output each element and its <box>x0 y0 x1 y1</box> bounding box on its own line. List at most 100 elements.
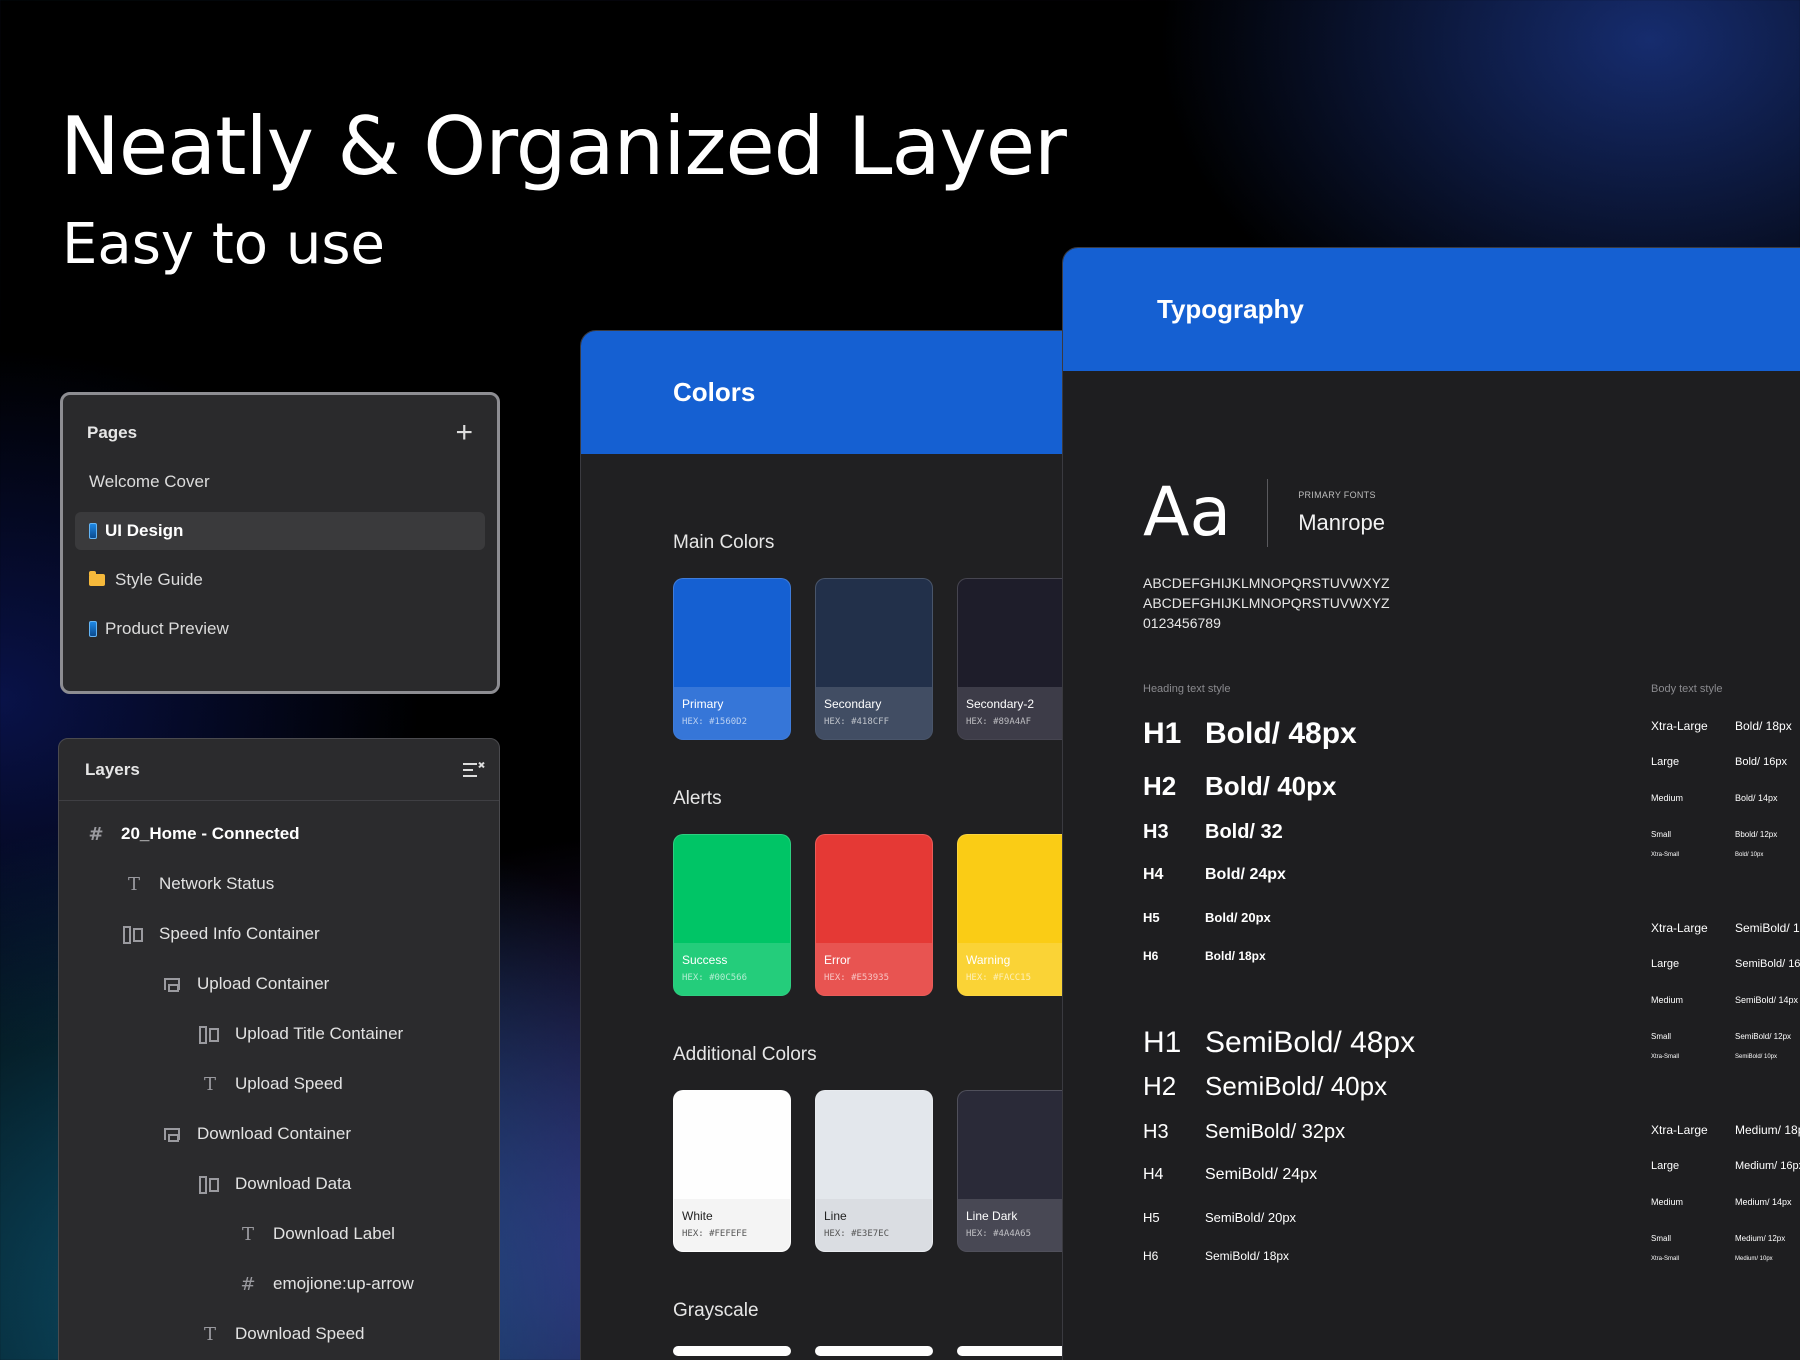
page-item-label: Welcome Cover <box>89 472 210 491</box>
collapse-layers-icon[interactable] <box>463 761 485 779</box>
add-page-plus-icon[interactable]: + <box>455 418 473 448</box>
layer-list: #20_Home - Connected T Network Status Speed… <box>59 809 499 1359</box>
heading-style-table: H1 Bold/ 48px H2 Bold/ 40px H3 Bold/ 32 H4 Bold… <box>1143 708 1415 1276</box>
color-section-title: Alerts <box>673 788 722 809</box>
color-swatch[interactable] <box>957 1346 1075 1356</box>
color-section-title: Additional Colors <box>673 1044 817 1065</box>
alphabet-sample: ABCDEFGHIJKLMNOPQRSTUVWXYZ ABCDEFGHIJKLM… <box>1143 573 1390 633</box>
font-info: PRIMARY FONTS Manrope <box>1298 490 1385 536</box>
layer-label: Download Speed <box>235 1324 365 1343</box>
layer-label: Download Data <box>235 1174 352 1193</box>
page-item-welcome-cover[interactable]: Welcome Cover <box>87 463 473 501</box>
page-item-product-preview[interactable]: Product Preview <box>87 610 473 648</box>
body-style-value: SemiBold/ 12px <box>1735 1031 1792 1041</box>
auto-layout-vertical-icon <box>161 974 183 995</box>
heading-tag: H5 <box>1143 1209 1160 1225</box>
heading-style-value: Bold/ 40px <box>1205 770 1337 801</box>
color-swatch[interactable]: Success HEX: #00C566 <box>673 834 791 996</box>
layer-row[interactable]: Upload Title Container <box>59 1009 499 1059</box>
body-style-value: Medium/ 18px <box>1735 1123 1800 1137</box>
swatch-label-band: Line HEX: #E3E7EC <box>816 1199 932 1251</box>
body-size-label: Xtra-Small <box>1651 852 1680 858</box>
body-style-value: Medium/ 10px <box>1735 1256 1773 1262</box>
text-icon: T <box>127 873 140 895</box>
heading-style-row: H3 SemiBold/ 32px <box>1143 1112 1415 1152</box>
body-style-value: SemiBold/ 16px <box>1735 958 1800 970</box>
heading-style-value: Bold/ 48px <box>1205 717 1357 750</box>
page-item-style-guide[interactable]: Style Guide <box>87 561 473 599</box>
color-swatch[interactable] <box>673 1346 791 1356</box>
body-style-row: Xtra-Large Bold/ 18px <box>1651 708 1800 744</box>
layer-label: Upload Container <box>197 974 330 993</box>
heading-tag: H2 <box>1143 770 1177 801</box>
body-size-label: Xtra-Large <box>1651 719 1708 733</box>
heading-style-row: H5 Bold/ 20px <box>1143 898 1415 936</box>
body-style-row: Medium SemiBold/ 14px <box>1651 982 1800 1018</box>
body-style-row: Small SemiBold/ 12px <box>1651 1018 1800 1054</box>
swatch-label-band: Secondary HEX: #418CFF <box>816 687 932 739</box>
layer-label: Download Container <box>197 1124 352 1143</box>
color-swatch[interactable]: White HEX: #FEFEFE <box>673 1090 791 1252</box>
auto-layout-horizontal-icon <box>199 1024 221 1045</box>
body-style-label: Body text style <box>1651 683 1723 695</box>
swatch-name: White <box>682 1209 713 1223</box>
body-style-row: Xtra-Large Medium/ 18px <box>1651 1112 1800 1148</box>
color-section: Alerts Success HEX: #00C566 Error HEX: #E539… <box>581 788 1079 996</box>
body-size-label: Medium <box>1651 1197 1684 1207</box>
layer-row[interactable]: T Upload Speed <box>59 1059 499 1109</box>
color-swatch[interactable] <box>815 1346 933 1356</box>
layer-row[interactable]: Download Data <box>59 1159 499 1209</box>
swatch-hex: HEX: #89A4AF <box>966 717 1032 727</box>
layers-panel-title: Layers <box>85 759 140 779</box>
layer-row[interactable]: Download Container <box>59 1109 499 1159</box>
color-section: Grayscale <box>581 1300 1079 1356</box>
text-icon: T <box>203 1323 216 1345</box>
heading-style-value: SemiBold/ 32px <box>1205 1120 1346 1143</box>
folder-icon <box>89 571 105 586</box>
page-item-label: Style Guide <box>115 570 203 589</box>
layer-row[interactable]: T Download Speed <box>59 1309 499 1359</box>
body-style-value: Medium/ 16px <box>1735 1160 1800 1172</box>
swatch-hex: HEX: #FACC15 <box>966 973 1032 983</box>
frame-icon: # <box>240 1273 256 1295</box>
color-swatch[interactable]: Secondary HEX: #418CFF <box>815 578 933 740</box>
swatch-hex: HEX: #4A4A65 <box>966 1229 1032 1239</box>
page-item-label: Product Preview <box>105 619 229 638</box>
heading-style-row: H3 Bold/ 32 <box>1143 812 1415 852</box>
pages-panel-header: Pages + <box>87 417 473 449</box>
color-section-title: Main Colors <box>673 532 775 553</box>
text-icon: T <box>241 1223 254 1245</box>
color-swatch[interactable]: Warning HEX: #FACC15 <box>957 834 1075 996</box>
layer-label: Download Label <box>273 1224 395 1243</box>
layer-label: Speed Info Container <box>159 924 320 943</box>
color-swatch[interactable]: Line Dark HEX: #4A4A65 <box>957 1090 1075 1252</box>
color-swatch[interactable]: Secondary-2 HEX: #89A4AF <box>957 578 1075 740</box>
body-style-table: Xtra-Large Bold/ 18px Large Bold/ 16px Mediu… <box>1651 708 1800 1314</box>
color-swatch[interactable]: Primary HEX: #1560D2 <box>673 578 791 740</box>
color-swatch[interactable]: Line HEX: #E3E7EC <box>815 1090 933 1252</box>
heading-style-value: Bold/ 18px <box>1205 949 1266 963</box>
layer-row[interactable]: T Download Label <box>59 1209 499 1259</box>
heading-style-value: SemiBold/ 48px <box>1205 1026 1416 1059</box>
swatch-row: Primary HEX: #1560D2 Secondary HEX: #418CFF… <box>673 578 1079 740</box>
alphabet-upper: ABCDEFGHIJKLMNOPQRSTUVWXYZ <box>1143 575 1390 591</box>
swatch-label-band: Secondary-2 HEX: #89A4AF <box>958 687 1074 739</box>
font-family-name: Manrope <box>1298 509 1386 535</box>
font-sample-glyph: Aa <box>1143 473 1232 552</box>
swatch-label-band: Primary HEX: #1560D2 <box>674 687 790 739</box>
layer-row[interactable]: Speed Info Container <box>59 909 499 959</box>
pages-panel-title: Pages <box>87 423 138 442</box>
digits: 0123456789 <box>1143 615 1221 631</box>
layer-row[interactable]: T Network Status <box>59 859 499 909</box>
layers-panel-header: Layers <box>59 739 499 801</box>
page-item-ui-design[interactable]: UI Design <box>75 512 485 550</box>
layer-row[interactable]: #20_Home - Connected <box>59 809 499 859</box>
body-style-value: SemiBold/ 14px <box>1735 995 1799 1005</box>
typography-title: Typography <box>1157 294 1304 324</box>
layer-row[interactable]: # emojione:up-arrow <box>59 1259 499 1309</box>
primary-fonts-caption: PRIMARY FONTS <box>1298 489 1376 500</box>
layer-row[interactable]: Upload Container <box>59 959 499 1009</box>
colors-title: Colors <box>673 377 756 407</box>
swatch-name: Primary <box>682 697 724 711</box>
color-swatch[interactable]: Error HEX: #E53935 <box>815 834 933 996</box>
